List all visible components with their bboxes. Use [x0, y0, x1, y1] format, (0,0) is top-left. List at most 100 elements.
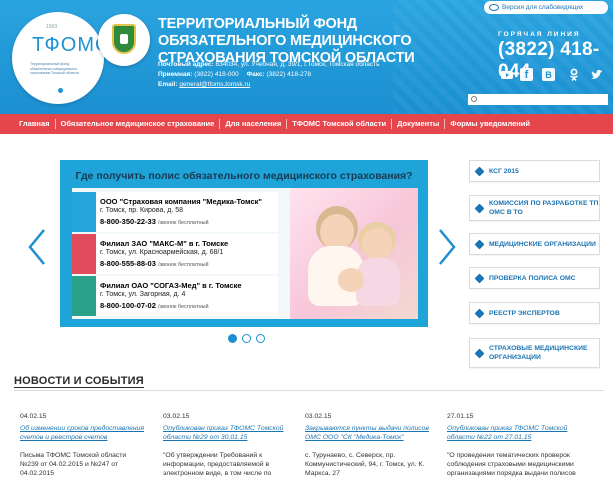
insurer-phone: 8-800-100-07-02 /звонок бесплатный — [100, 301, 209, 310]
search-input[interactable] — [468, 94, 608, 105]
insurer-phone-note: /звонок бесплатный — [157, 220, 209, 226]
bullet-icon — [474, 166, 485, 176]
twitter-icon[interactable] — [590, 68, 604, 82]
bullet-icon — [474, 308, 485, 318]
insurer-color-stripe — [72, 276, 96, 316]
email-link[interactable]: general@tfoms.tomsk.ru — [179, 81, 250, 88]
news-divider — [14, 390, 604, 391]
reception-value: (3822) 418-000 — [194, 71, 239, 78]
slide-photo-children — [290, 188, 418, 319]
insurer-address: г. Томск, ул. Красноармейская, д. 68/1 — [100, 249, 224, 256]
bullet-icon — [474, 203, 485, 213]
news-item: 27.01.15 Опубликован приказ ТФОМС Томско… — [447, 412, 597, 478]
nav-item-home[interactable]: Главная — [14, 119, 56, 129]
low-vision-label: Версия для слабовидящих — [502, 4, 584, 11]
news-item: 03.02.15 Опубликован приказ ТФОМС Томско… — [163, 412, 288, 478]
news-excerpt: Письма ТФОМС Томской области №239 от 04.… — [20, 452, 127, 477]
chevron-left-icon — [28, 229, 45, 265]
nav-item-population[interactable]: Для населения — [220, 119, 288, 129]
slider-next-button[interactable] — [436, 228, 458, 266]
news-excerpt: "О проведении тематических проверок собл… — [447, 452, 576, 477]
insurer-phone-note: /звонок бесплатный — [157, 262, 209, 268]
nav-item-forms[interactable]: Формы уведомлений — [445, 119, 535, 129]
insurer-address: г. Томск, ул. Загорная, д. 4 — [100, 291, 186, 298]
postal-address-label: Почтовый адрес: — [158, 61, 214, 68]
site-header: 1993 ТФОМС Территориальный фонд обязател… — [0, 0, 613, 114]
quick-link-medical-orgs[interactable]: Медицинские организации — [469, 233, 600, 255]
youtube-icon[interactable] — [500, 68, 514, 82]
insurer-color-stripe — [72, 192, 96, 232]
postal-address-value: 634034, ул. Учебная, д. 39/1, г.Томск, Т… — [215, 61, 380, 68]
nav-item-oms[interactable]: Обязательное медицинское страхование — [56, 119, 221, 129]
insurer-phone: 8-800-350-22-33 /звонок бесплатный — [100, 217, 209, 226]
chevron-right-icon — [439, 229, 456, 265]
insurer-phone-note: /звонок бесплатный — [157, 304, 209, 310]
odnoklassniki-icon[interactable] — [567, 68, 581, 82]
nav-item-tfoms[interactable]: ТФОМС Томской области — [287, 119, 393, 129]
logo-year: 1993 — [46, 24, 58, 30]
slider-prev-button[interactable] — [26, 228, 48, 266]
main-nav: Главная Обязательное медицинское страхов… — [0, 114, 613, 134]
insurer-phone-number: 8-800-555-88-03 — [100, 259, 156, 268]
news-heading: Новости и события — [14, 375, 144, 388]
slide-title: Где получить полис обязательного медицин… — [75, 170, 413, 182]
insurer-card: Филиал ОАО "СОГАЗ-Мед" в г. Томске г. То… — [72, 276, 278, 316]
slider-dot[interactable] — [242, 334, 251, 343]
news-title-link[interactable]: Опубликован приказ ТФОМС Томской области… — [447, 424, 597, 442]
slider-pagination — [228, 334, 268, 344]
postal-address: Почтовый адрес: 634034, ул. Учебная, д. … — [158, 60, 380, 69]
insurer-color-stripe — [72, 234, 96, 274]
news-item: 03.02.15 Закрываются пункты выдачи полис… — [305, 412, 430, 478]
insurer-name: Филиал ОАО "СОГАЗ-Мед" в г. Томске — [100, 281, 242, 290]
news-title-link[interactable]: Закрываются пункты выдачи полисов ОМС ОО… — [305, 424, 430, 442]
hotline-label: ГОРЯЧАЯ ЛИНИЯ — [498, 31, 581, 38]
news-title-link[interactable]: Опубликован приказ ТФОМС Томской области… — [163, 424, 288, 442]
vk-icon[interactable]: В — [542, 68, 555, 81]
insurer-card: ООО "Страховая компания "Медика-Томск" г… — [72, 192, 278, 232]
news-title-link[interactable]: Об изменении сроков предоставления счето… — [20, 424, 145, 442]
quick-link-label: Страховые медицинские организации — [489, 345, 588, 361]
quick-link-label: Реестр экспертов — [489, 309, 560, 317]
insurer-phone-number: 8-800-100-07-02 — [100, 301, 156, 310]
eye-icon — [489, 4, 499, 11]
reception-label: Приемная: — [158, 71, 193, 78]
quick-link-check-policy[interactable]: Проверка полиса ОМС — [469, 267, 600, 289]
low-vision-button[interactable]: Версия для слабовидящих — [484, 1, 608, 14]
quick-link-label: КСГ 2015 — [489, 167, 519, 175]
quick-link-label: Комиссия по разработке ТП ОМС в ТО — [489, 200, 599, 216]
quick-link-label: Медицинские организации — [489, 240, 596, 248]
insurer-name: Филиал ЗАО "МАКС-М" в г. Томске — [100, 239, 229, 248]
phones: Приемная: (3822) 418-000 Факс: (3822) 41… — [158, 70, 311, 79]
slider-dot[interactable] — [228, 334, 237, 343]
logo-caption: Территориальный фонд обязательного медиц… — [30, 62, 79, 75]
bullet-icon — [474, 239, 485, 249]
insurer-address: г. Томск, пр. Кирова, д. 58 — [100, 207, 184, 214]
email-label: Email: — [158, 81, 178, 88]
news-date: 03.02.15 — [305, 413, 332, 420]
news-item: 04.02.15 Об изменении сроков предоставле… — [20, 412, 145, 478]
quick-link-experts[interactable]: Реестр экспертов — [469, 302, 600, 324]
news-excerpt: "Об утверждении Требований к информации,… — [163, 452, 272, 477]
insurer-list: ООО "Страховая компания "Медика-Томск" г… — [72, 188, 278, 319]
promo-slider[interactable]: Где получить полис обязательного медицин… — [60, 160, 428, 327]
email: Email: general@tfoms.tomsk.ru — [158, 80, 250, 89]
bullet-icon — [474, 273, 485, 283]
news-date: 27.01.15 — [447, 413, 474, 420]
quick-link-label: Проверка полиса ОМС — [489, 274, 576, 282]
news-date: 03.02.15 — [163, 413, 190, 420]
insurer-card: Филиал ЗАО "МАКС-М" в г. Томске г. Томск… — [72, 234, 278, 274]
quick-link-commission[interactable]: Комиссия по разработке ТП ОМС в ТО — [469, 195, 600, 221]
facebook-icon[interactable]: f — [520, 68, 533, 81]
insurer-phone-number: 8-800-350-22-33 — [100, 217, 156, 226]
quick-link-ksg[interactable]: КСГ 2015 — [469, 160, 600, 182]
search-icon — [471, 96, 477, 102]
insurer-phone: 8-800-555-88-03 /звонок бесплатный — [100, 259, 209, 268]
nav-item-documents[interactable]: Документы — [392, 119, 446, 129]
news-excerpt: с. Туруна­ево, с. Северск, пр. Коммунист… — [305, 452, 425, 477]
news-date: 04.02.15 — [20, 413, 47, 420]
quick-link-insurers[interactable]: Страховые медицинские организации — [469, 338, 600, 368]
slider-dot[interactable] — [256, 334, 265, 343]
bullet-icon — [474, 348, 485, 358]
fax-label: Факс: — [246, 71, 265, 78]
logo-dot — [58, 88, 63, 93]
